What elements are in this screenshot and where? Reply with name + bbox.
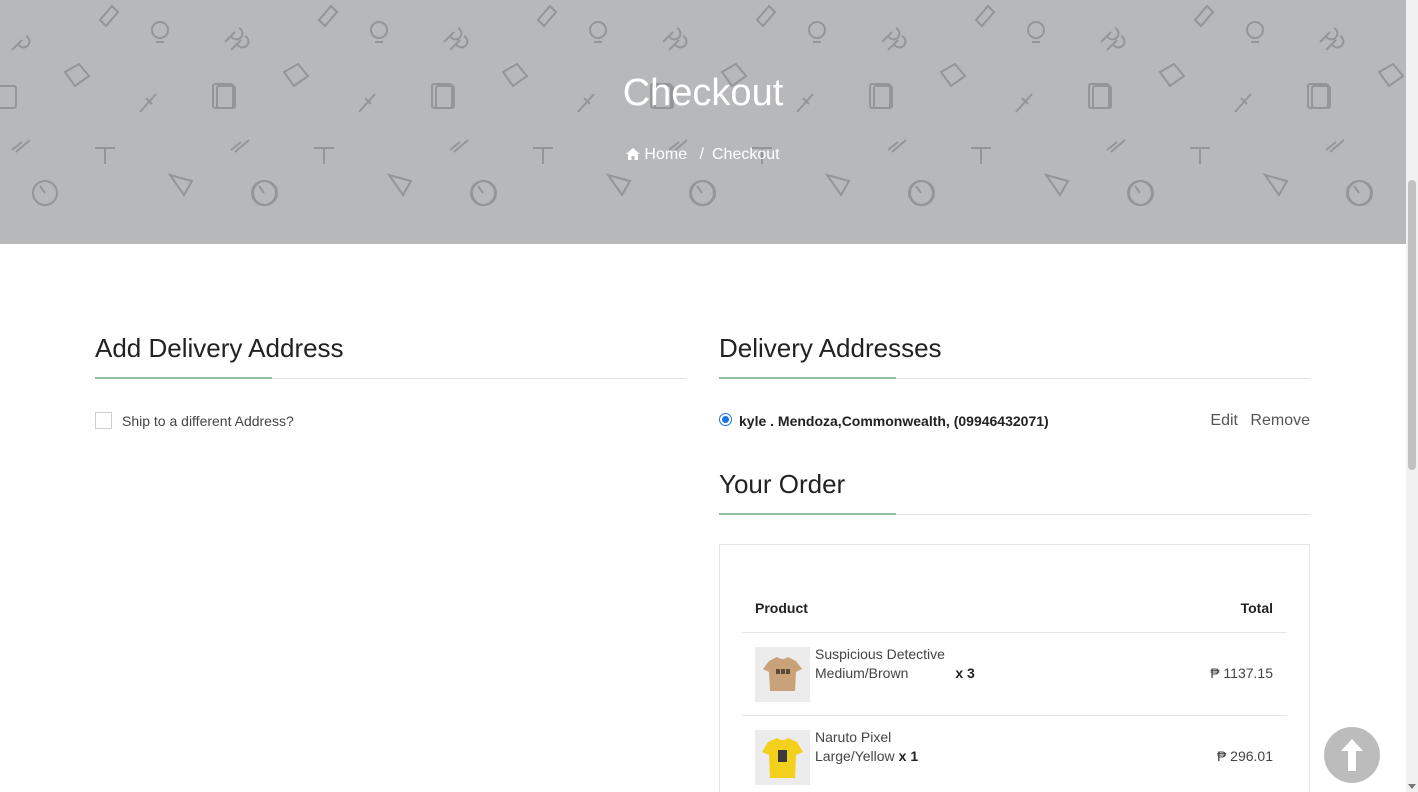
your-order-title: Your Order [719,469,846,499]
ship-different-address-checkbox[interactable] [95,412,112,429]
address-text: kyle . Mendoza,Commonwealth, (0994643207… [739,413,1049,429]
product-name-block: Naruto Pixel Large/Yellow x 1 [815,728,918,766]
breadcrumb-home-label: Home [644,146,688,163]
product-variant: Medium/Brown [815,665,909,681]
product-name: Suspicious Detective [815,646,945,662]
address-actions: Edit Remove [1202,412,1310,430]
product-variant: Large/Yellow [815,748,895,764]
row-divider [742,632,1287,633]
product-column-header: Product [755,600,808,616]
scrollbar-thumb[interactable] [1408,180,1416,470]
total-column-header: Total [1240,600,1273,616]
product-name: Naruto Pixel [815,729,892,745]
breadcrumb-current: Checkout [712,146,780,163]
product-price: ₱ 296.01 [1216,748,1273,764]
row-divider [742,715,1287,716]
delivery-addresses-title: Delivery Addresses [719,333,942,363]
product-quantity: x 1 [898,748,919,764]
edit-address-link[interactable]: Edit [1210,412,1238,429]
order-summary-box: Product Total Suspicious Detective Mediu… [719,544,1310,792]
section-accent-underline [719,377,896,379]
breadcrumb-separator: / [699,146,704,163]
product-thumbnail [755,647,810,702]
banner-icon-pattern [0,4,1406,206]
page-title: Checkout [622,72,784,114]
add-delivery-address-title: Add Delivery Address [95,333,344,363]
section-accent-underline [719,513,896,515]
arrow-up-icon [1341,739,1363,771]
delivery-address-item: kyle . Mendoza,Commonwealth, (0994643207… [719,410,1310,432]
order-table-header: Product Total [755,600,1273,616]
scroll-to-top-button[interactable] [1324,727,1380,783]
breadcrumb: Home / Checkout [0,146,1406,164]
remove-address-link[interactable]: Remove [1250,412,1310,429]
page-scrollbar[interactable] [1406,0,1418,792]
address-radio-button[interactable] [719,413,732,426]
product-thumbnail [755,730,810,785]
ship-different-address-option[interactable]: Ship to a different Address? [95,412,294,429]
breadcrumb-home-link[interactable]: Home [626,146,691,163]
product-quantity: x 3 [955,665,975,681]
home-icon [626,148,641,160]
order-item: Naruto Pixel Large/Yellow x 1 ₱ 296.01 [755,728,1273,786]
ship-different-address-label: Ship to a different Address? [122,412,294,429]
product-name-block: Suspicious Detective Medium/Brown x 3 [815,645,975,683]
section-accent-underline [95,377,272,379]
page-banner: Checkout Home / Checkout [0,0,1406,244]
product-price: ₱ 1137.15 [1210,665,1273,681]
scroll-down-arrow-icon[interactable] [1408,782,1416,790]
order-item: Suspicious Detective Medium/Brown x 3 ₱ 1… [755,645,1273,703]
